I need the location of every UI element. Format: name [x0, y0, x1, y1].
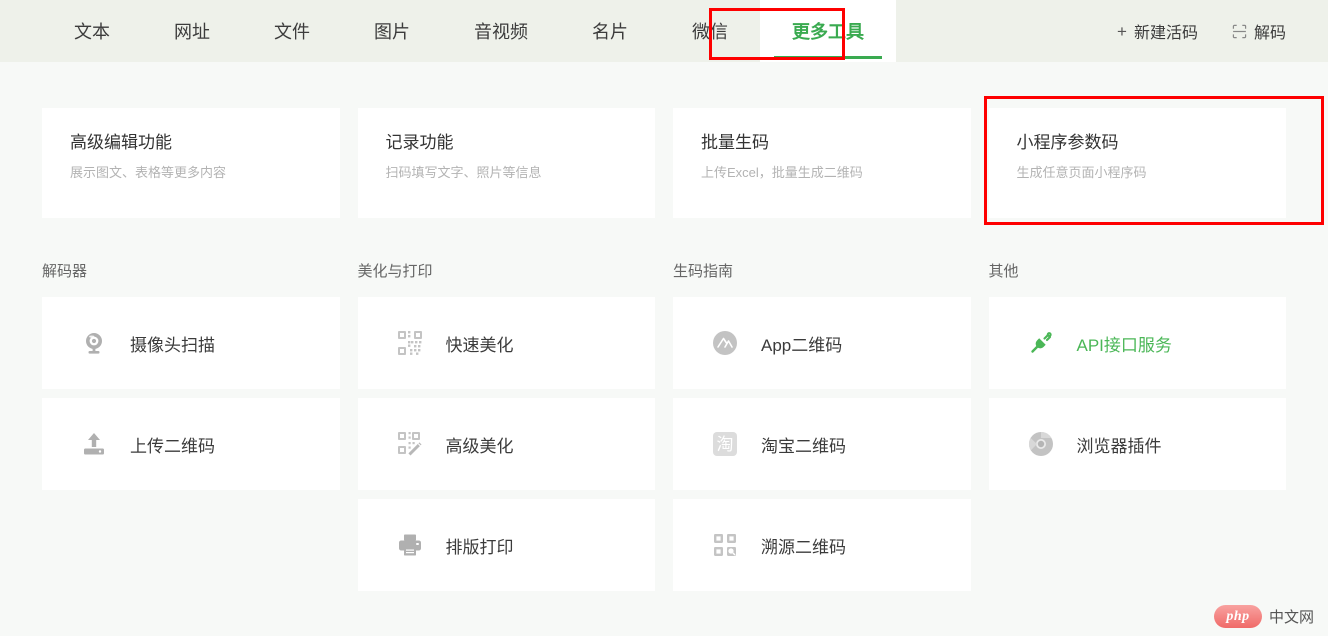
- tab-business-card[interactable]: 名片: [560, 0, 660, 62]
- tab-label: 文件: [274, 22, 310, 42]
- chrome-icon: [1027, 430, 1055, 458]
- feature-card-record[interactable]: 记录功能 扫码填写文字、照片等信息: [357, 108, 655, 218]
- taobao-icon: 淘: [711, 430, 739, 458]
- tool-item-upload-qrcode[interactable]: 上传二维码: [42, 398, 340, 490]
- feature-card-batch-generate[interactable]: 批量生码 上传Excel，批量生成二维码: [673, 108, 971, 218]
- tab-url[interactable]: 网址: [142, 0, 242, 62]
- feature-subtitle: 展示图文、表格等更多内容: [70, 164, 227, 180]
- svg-text:淘: 淘: [717, 435, 734, 454]
- scan-icon: [1232, 24, 1247, 39]
- tool-item-app-qrcode[interactable]: App二维码: [673, 297, 971, 389]
- tab-label: 图片: [374, 22, 410, 42]
- upload-icon: [80, 430, 108, 458]
- tool-label: App二维码: [761, 335, 843, 355]
- tool-item-camera-scan[interactable]: 摄像头扫描: [42, 297, 340, 389]
- tool-item-traceability-qrcode[interactable]: 溯源二维码: [673, 499, 971, 591]
- tool-item-layout-print[interactable]: 排版打印: [357, 499, 655, 591]
- decode-button[interactable]: 解码: [1232, 19, 1286, 43]
- tool-label: 淘宝二维码: [761, 436, 846, 456]
- webcam-icon: [80, 329, 108, 357]
- main-content: 高级编辑功能 展示图文、表格等更多内容 记录功能 扫码填写文字、照片等信息 批量…: [0, 62, 1328, 591]
- tab-label: 网址: [174, 22, 210, 42]
- tab-more-tools[interactable]: 更多工具: [760, 0, 896, 62]
- topbar-actions: + 新建活码 解码: [1117, 0, 1328, 62]
- tab-label: 更多工具: [792, 22, 864, 42]
- tool-item-browser-extension[interactable]: 浏览器插件: [988, 398, 1286, 490]
- tool-label: 排版打印: [445, 537, 514, 557]
- feature-subtitle: 生成任意页面小程序码: [1016, 164, 1147, 180]
- plug-icon: [1027, 329, 1055, 357]
- tool-item-advanced-beautify[interactable]: 高级美化: [357, 398, 655, 490]
- tool-label: 高级美化: [445, 436, 514, 456]
- tab-wechat[interactable]: 微信: [660, 0, 760, 62]
- qrcode-beautify-icon: [396, 329, 424, 357]
- tab-audio-video[interactable]: 音视频: [442, 0, 560, 62]
- tab-label: 微信: [692, 22, 728, 42]
- watermark-text: 中文网: [1268, 609, 1314, 626]
- tab-list: 文本 网址 文件 图片 音视频 名片 微信 更多工具: [0, 0, 896, 62]
- tool-label: 快速美化: [445, 335, 514, 355]
- top-tab-bar: 文本 网址 文件 图片 音视频 名片 微信 更多工具 + 新建活码 解码: [0, 0, 1328, 62]
- tool-label: 溯源二维码: [761, 537, 846, 557]
- section-title: 其他: [988, 263, 1019, 280]
- tab-label: 文本: [74, 22, 110, 42]
- tool-list: API接口服务 浏览器插件: [988, 297, 1286, 490]
- section-other: 其他 API接口服务 浏览器插件: [988, 263, 1286, 490]
- feature-subtitle: 扫码填写文字、照片等信息: [385, 164, 542, 180]
- section-title: 解码器: [42, 263, 88, 280]
- decode-label: 解码: [1253, 25, 1286, 42]
- plus-icon: +: [1117, 21, 1127, 41]
- tab-text[interactable]: 文本: [42, 0, 142, 62]
- tool-list: 快速美化 高级美化 排版打印: [357, 297, 655, 591]
- printer-icon: [396, 531, 424, 559]
- section-title: 生码指南: [673, 263, 734, 280]
- section-code-guide: 生码指南 App二维码 淘 淘宝二维码 溯源二维码: [673, 264, 971, 591]
- tab-image[interactable]: 图片: [342, 0, 442, 62]
- tab-label: 音视频: [474, 22, 528, 42]
- app-store-icon: [711, 329, 739, 357]
- tool-list: App二维码 淘 淘宝二维码 溯源二维码: [673, 297, 971, 591]
- qrcode-search-icon: [711, 531, 739, 559]
- section-title: 美化与打印: [357, 263, 433, 280]
- tool-sections: 解码器 摄像头扫描 上传二维码 美化与打印 快速美化 高级美化 排版打印 生码指…: [42, 218, 1286, 591]
- php-logo-icon: php: [1213, 605, 1262, 628]
- section-decoder: 解码器 摄像头扫描 上传二维码: [42, 264, 340, 490]
- qrcode-wand-icon: [396, 430, 424, 458]
- feature-title: 高级编辑功能: [70, 133, 172, 152]
- tool-item-api-service[interactable]: API接口服务: [988, 297, 1286, 389]
- tool-label: 浏览器插件: [1076, 436, 1162, 456]
- tool-list: 摄像头扫描 上传二维码: [42, 297, 340, 490]
- watermark: php 中文网: [1213, 605, 1314, 628]
- feature-subtitle: 上传Excel，批量生成二维码: [701, 164, 863, 180]
- tool-item-quick-beautify[interactable]: 快速美化: [357, 297, 655, 389]
- feature-title: 批量生码: [701, 133, 769, 152]
- feature-title: 记录功能: [385, 133, 454, 152]
- tool-item-taobao-qrcode[interactable]: 淘 淘宝二维码: [673, 398, 971, 490]
- tool-label: 上传二维码: [130, 436, 215, 456]
- tool-label: API接口服务: [1076, 335, 1172, 355]
- tab-label: 名片: [592, 22, 628, 42]
- feature-card-advanced-editing[interactable]: 高级编辑功能 展示图文、表格等更多内容: [42, 108, 340, 218]
- feature-title: 小程序参数码: [1016, 133, 1119, 152]
- new-live-code-label: 新建活码: [1133, 25, 1198, 42]
- section-beautify-print: 美化与打印 快速美化 高级美化 排版打印: [357, 263, 655, 591]
- tool-label: 摄像头扫描: [130, 335, 215, 355]
- tab-file[interactable]: 文件: [242, 0, 342, 62]
- feature-card-miniprogram-param-code[interactable]: 小程序参数码 生成任意页面小程序码: [983, 96, 1324, 225]
- new-live-code-button[interactable]: + 新建活码: [1117, 19, 1198, 43]
- feature-card-grid: 高级编辑功能 展示图文、表格等更多内容 记录功能 扫码填写文字、照片等信息 批量…: [42, 62, 1324, 225]
